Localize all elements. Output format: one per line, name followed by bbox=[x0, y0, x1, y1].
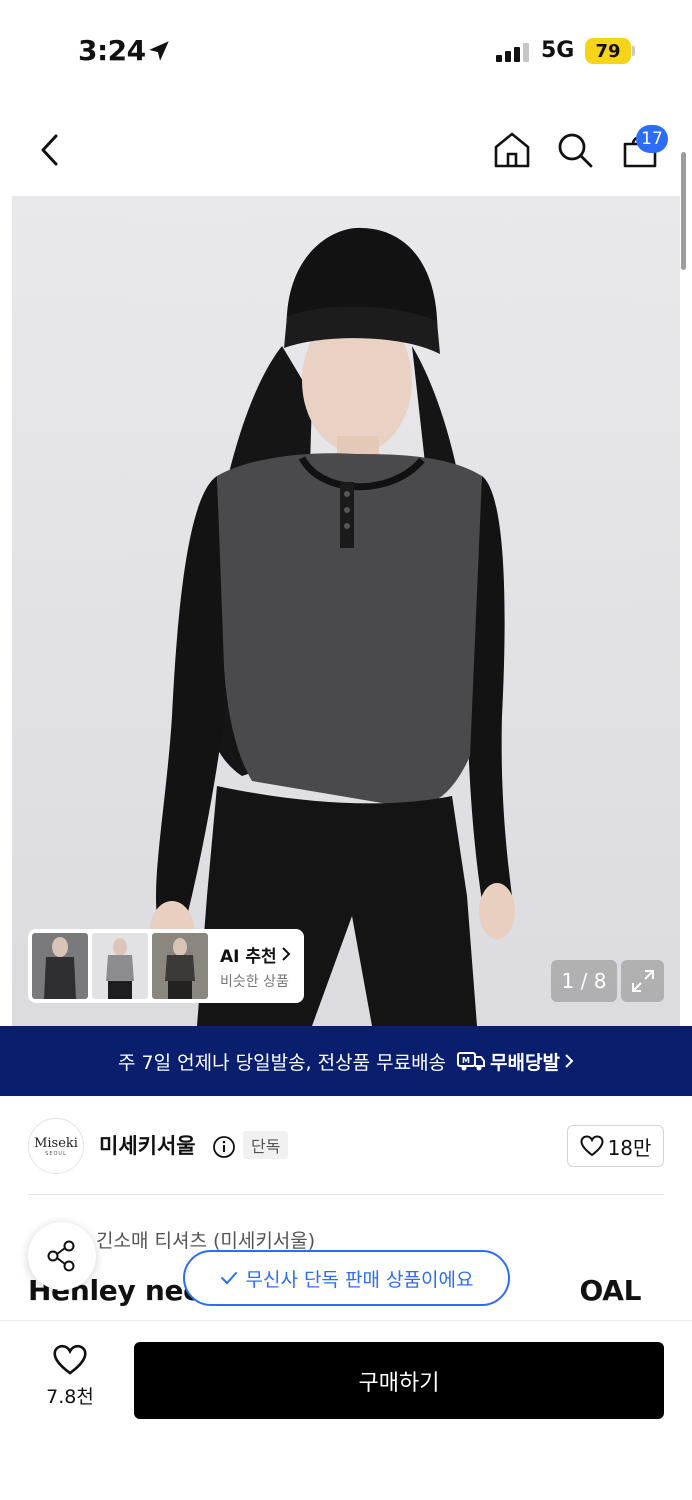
shipping-banner[interactable]: 주 7일 언제나 당일발송, 전상품 무료배송 M 무배당발 bbox=[0, 1026, 692, 1096]
cart-count-badge: 17 bbox=[636, 125, 668, 153]
ai-thumbnail-3[interactable] bbox=[152, 933, 208, 999]
battery-indicator: 79 bbox=[585, 38, 631, 64]
network-label: 5G bbox=[541, 38, 575, 63]
banner-brand-text: 무배당발 bbox=[490, 1051, 560, 1074]
ai-thumbnail-2[interactable] bbox=[92, 933, 148, 999]
brand-logo[interactable]: Miseki SEOUL bbox=[28, 1118, 84, 1174]
brand-like-count: 18만 bbox=[607, 1135, 652, 1160]
status-time: 3:24 bbox=[78, 34, 146, 67]
chevron-right-icon bbox=[565, 1054, 574, 1068]
wishlist-button[interactable]: 7.8천 bbox=[30, 1344, 110, 1409]
image-page-counter: 1 / 8 bbox=[551, 960, 617, 1002]
ai-recommend-title: AI 추천 bbox=[220, 942, 291, 967]
divider bbox=[28, 1194, 664, 1195]
expand-icon bbox=[631, 970, 654, 992]
top-nav bbox=[0, 110, 692, 190]
share-icon bbox=[47, 1240, 75, 1272]
ai-title-text: AI 추천 bbox=[220, 946, 277, 967]
chevron-right-icon bbox=[281, 947, 291, 961]
chevron-left-icon bbox=[41, 134, 58, 166]
home-icon bbox=[494, 132, 530, 168]
status-bar: 3:24 5G 79 bbox=[0, 0, 692, 100]
brand-logo-text: Miseki bbox=[34, 1135, 78, 1151]
check-icon bbox=[220, 1272, 237, 1285]
scrollbar[interactable] bbox=[681, 152, 686, 270]
svg-text:M: M bbox=[462, 1056, 470, 1065]
info-icon[interactable] bbox=[212, 1135, 236, 1159]
ai-recommend-subtitle: 비슷한 상품 bbox=[220, 973, 289, 990]
battery-tip bbox=[632, 46, 635, 56]
product-title-tail: OAL bbox=[579, 1274, 642, 1307]
delivery-truck-icon: M bbox=[457, 1052, 486, 1071]
brand-name[interactable]: 미세키서울 bbox=[99, 1130, 196, 1160]
search-button[interactable] bbox=[553, 128, 597, 172]
share-button[interactable] bbox=[28, 1222, 96, 1290]
brand-logo-subtext: SEOUL bbox=[45, 1150, 67, 1157]
brand-like-button[interactable]: 18만 bbox=[567, 1125, 664, 1167]
buy-button[interactable]: 구매하기 bbox=[134, 1342, 664, 1419]
toast-text: 무신사 단독 판매 상품이에요 bbox=[245, 1268, 474, 1291]
heart-icon bbox=[580, 1135, 604, 1157]
location-arrow-icon bbox=[149, 41, 169, 61]
product-category-text: 긴소매 티셔츠 (미세키서울) bbox=[96, 1230, 316, 1252]
banner-brand: M 무배당발 bbox=[456, 1048, 574, 1075]
ai-recommend-card[interactable]: AI 추천 비슷한 상품 bbox=[28, 929, 304, 1003]
product-image[interactable] bbox=[12, 196, 680, 1026]
search-icon bbox=[558, 133, 593, 168]
exclusive-toast: 무신사 단독 판매 상품이에요 bbox=[183, 1250, 510, 1306]
heart-icon bbox=[53, 1344, 87, 1375]
home-button[interactable] bbox=[490, 128, 534, 172]
cell-signal-icon bbox=[496, 42, 529, 62]
exclusive-badge: 단독 bbox=[243, 1131, 289, 1159]
product-photo bbox=[12, 196, 680, 1026]
back-button[interactable] bbox=[28, 128, 72, 172]
ai-thumbnail-1[interactable] bbox=[32, 933, 88, 999]
expand-image-button[interactable] bbox=[621, 960, 664, 1002]
wishlist-count: 7.8천 bbox=[46, 1386, 94, 1408]
banner-text: 주 7일 언제나 당일발송, 전상품 무료배송 bbox=[118, 1051, 447, 1074]
